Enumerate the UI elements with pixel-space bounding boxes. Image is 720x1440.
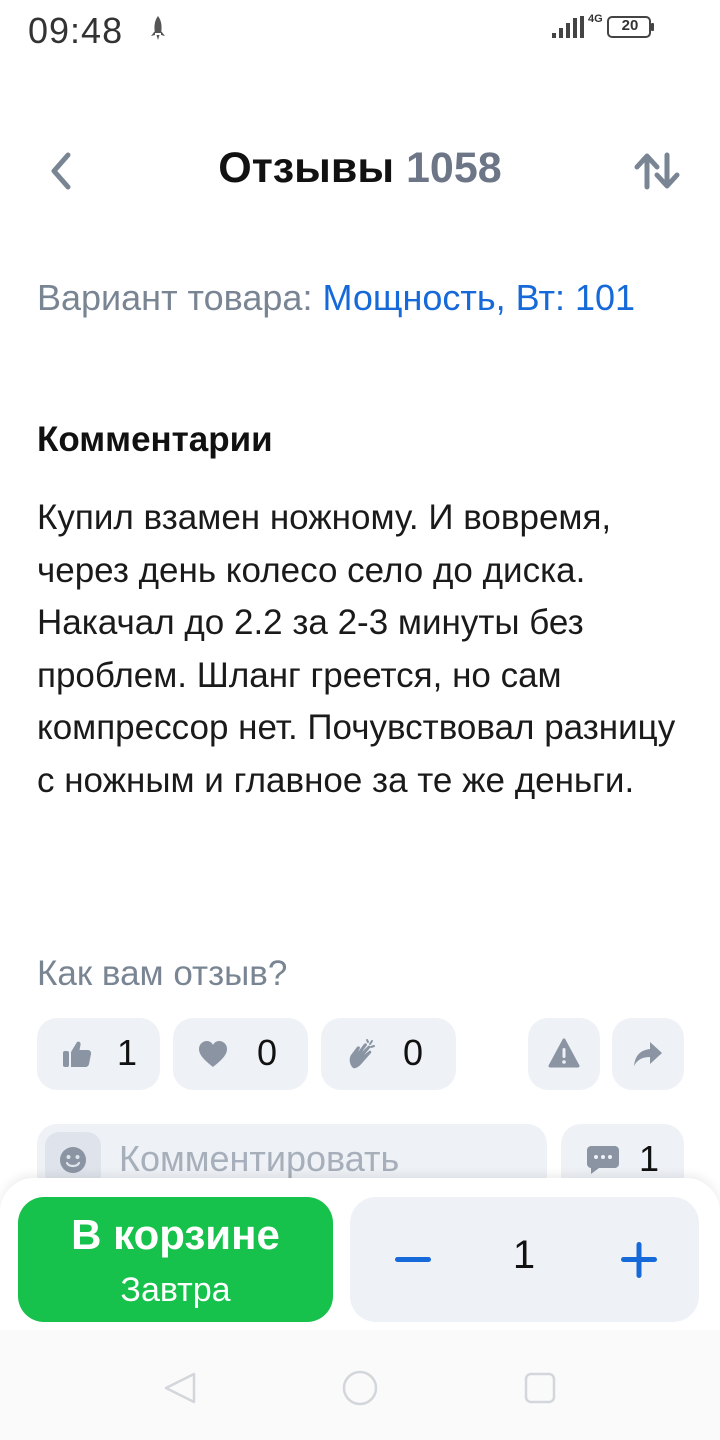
- header: Отзывы 1058: [0, 130, 720, 210]
- delivery-date: Завтра: [120, 1271, 231, 1309]
- plus-icon: [621, 1242, 657, 1278]
- like-count: 1: [117, 1032, 138, 1073]
- thumbs-up-icon: [63, 1041, 92, 1067]
- variant-label: Вариант товара:: [37, 277, 313, 318]
- in-cart-button[interactable]: В корзине Завтра: [18, 1197, 333, 1322]
- system-nav-bar: [0, 1330, 720, 1440]
- share-button[interactable]: [612, 1018, 684, 1090]
- smile-icon: [60, 1147, 86, 1173]
- quantity-stepper: 1: [350, 1197, 699, 1322]
- nav-back-icon[interactable]: [160, 1368, 200, 1408]
- increase-button[interactable]: [606, 1227, 672, 1293]
- network-type: 4G: [588, 13, 603, 25]
- heart-count: 0: [257, 1032, 278, 1073]
- chevron-left-icon: [51, 152, 71, 190]
- share-arrow-icon: [634, 1042, 662, 1066]
- nav-home-icon[interactable]: [340, 1368, 380, 1408]
- warning-icon: [548, 1038, 580, 1068]
- cart-label: В корзине: [71, 1211, 280, 1258]
- sort-button[interactable]: [628, 146, 686, 196]
- chat-bubble-icon: [587, 1146, 619, 1174]
- battery-level: 20: [621, 17, 639, 34]
- comments-heading: Комментарии: [37, 420, 273, 459]
- decrease-button[interactable]: [380, 1227, 446, 1293]
- clap-button[interactable]: 0: [321, 1018, 456, 1090]
- page-title-text: Отзывы: [218, 144, 395, 192]
- status-bar: 09:48 4G 20: [0, 0, 720, 62]
- minus-icon: [395, 1257, 431, 1262]
- report-button[interactable]: [528, 1018, 600, 1090]
- quantity-value: 1: [512, 1233, 536, 1277]
- clapping-hands-icon: [349, 1039, 375, 1069]
- sort-icon: [634, 152, 680, 190]
- heart-icon: [199, 1041, 227, 1067]
- product-variant: Вариант товара: Мощность, Вт: 101: [37, 272, 677, 324]
- comment-placeholder: Комментировать: [119, 1138, 400, 1179]
- nav-recent-icon[interactable]: [520, 1368, 560, 1408]
- signal-icon: [552, 16, 584, 38]
- feedback-question: Как вам отзыв?: [37, 954, 288, 993]
- clap-count: 0: [403, 1032, 424, 1073]
- rocket-icon: [151, 16, 165, 40]
- review-count: 1058: [406, 144, 502, 192]
- back-button[interactable]: [36, 146, 86, 196]
- like-button[interactable]: 1: [37, 1018, 160, 1090]
- comments-count: 1: [639, 1138, 660, 1179]
- heart-button[interactable]: 0: [173, 1018, 308, 1090]
- variant-value[interactable]: Мощность, Вт: 101: [322, 277, 635, 318]
- status-time: 09:48: [28, 10, 124, 51]
- page-title: Отзывы 1058: [0, 144, 720, 193]
- review-text: Купил взамен ножному. И вовремя, через д…: [37, 498, 676, 800]
